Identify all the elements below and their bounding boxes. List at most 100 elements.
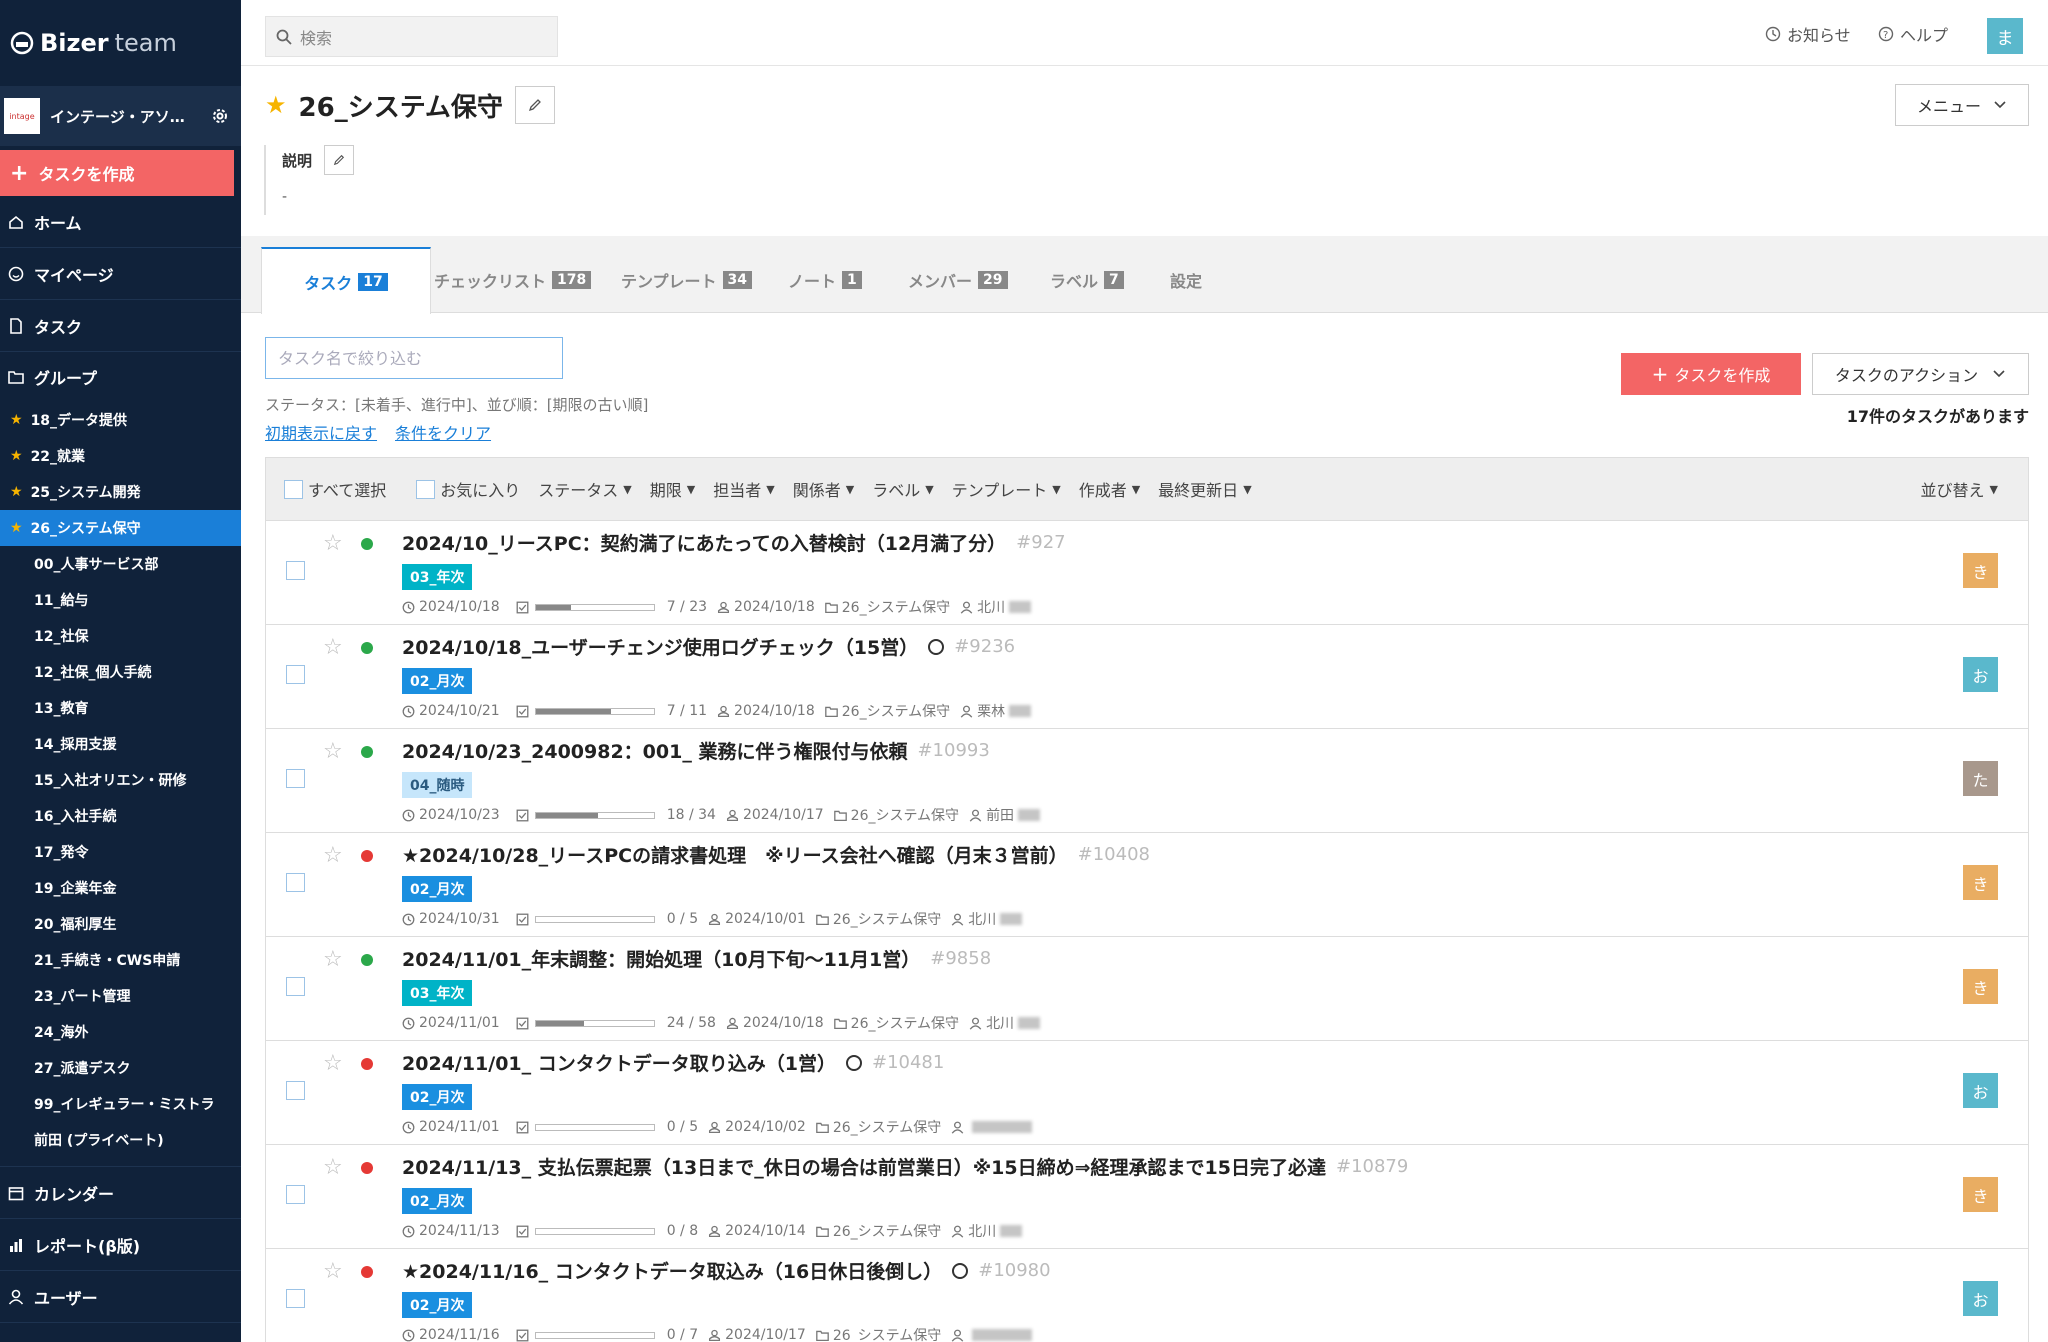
sidebar-group-item[interactable]: 11_給与 (0, 582, 241, 618)
favorite-checkbox[interactable] (416, 479, 436, 499)
star-outline-icon[interactable]: ☆ (323, 739, 343, 764)
task-label-badge[interactable]: 02_月次 (402, 668, 473, 694)
help-link[interactable]: ? ヘルプ (1878, 22, 1948, 46)
sidebar-group-item[interactable]: ★ 25_システム開発 (0, 474, 241, 510)
sidebar-group-item[interactable]: ★ 22_就業 (0, 438, 241, 474)
sidebar-item-smile[interactable]: マイページ (0, 248, 241, 300)
star-icon[interactable]: ★ (265, 91, 287, 119)
column-filter-6[interactable]: 作成者 ▼ (1079, 477, 1140, 501)
favorite-filter[interactable]: お気に入り (416, 477, 520, 501)
menu-button[interactable]: メニュー (1895, 84, 2029, 126)
table-row[interactable]: ☆ 2024/11/01_年末調整：開始処理（10月下旬〜11月1営） #9858 0… (265, 937, 2029, 1041)
assignee-avatar[interactable]: お (1963, 657, 1998, 692)
search-input[interactable]: 検索 (265, 16, 558, 57)
row-checkbox[interactable] (286, 873, 305, 892)
sort-dropdown[interactable]: 並び替え ▼ (1921, 477, 1998, 501)
sidebar-group-item[interactable]: 24_海外 (0, 1014, 241, 1050)
clear-filter-link[interactable]: 条件をクリア (395, 420, 491, 444)
task-title-link[interactable]: ★2024/11/16_ コンタクトデータ取込み（16日休日後倒し） #10980 (402, 1257, 1051, 1284)
star-outline-icon[interactable]: ☆ (323, 1259, 343, 1284)
tab-1[interactable]: チェックリスト 178 (420, 247, 605, 313)
task-title-link[interactable]: 2024/10_リースPC：契約満了にあたっての入替検討（12月満了分） #927 (402, 529, 1066, 556)
task-label-badge[interactable]: 03_年次 (402, 564, 473, 590)
row-checkbox[interactable] (286, 1289, 305, 1308)
edit-title-button[interactable] (514, 86, 555, 124)
column-filter-1[interactable]: 期限 ▼ (650, 477, 695, 501)
sidebar-group-item[interactable]: ★ 18_データ提供 (0, 402, 241, 438)
team-switcher[interactable]: intage インテージ・アソ… (0, 86, 241, 146)
star-outline-icon[interactable]: ☆ (323, 1155, 343, 1180)
tab-0[interactable]: タスク 17 (261, 247, 431, 314)
create-task-button-main[interactable]: + タスクを作成 (1621, 353, 1801, 395)
sidebar-group-item[interactable]: 19_企業年金 (0, 870, 241, 906)
sidebar-group-item[interactable]: 12_社保 (0, 618, 241, 654)
task-label-badge[interactable]: 04_随時 (402, 772, 473, 798)
table-row[interactable]: ☆ ★2024/11/16_ コンタクトデータ取込み（16日休日後倒し） #1098… (265, 1249, 2029, 1342)
star-outline-icon[interactable]: ☆ (323, 1051, 343, 1076)
sidebar-group-item[interactable]: 17_発令 (0, 834, 241, 870)
task-label-badge[interactable]: 02_月次 (402, 1084, 473, 1110)
sidebar-item-file[interactable]: タスク (0, 300, 241, 352)
assignee-avatar[interactable]: き (1963, 1177, 1998, 1212)
task-title-link[interactable]: 2024/10/18_ユーザーチェンジ使用ログチェック（15営） #9236 (402, 633, 1015, 660)
row-checkbox[interactable] (286, 977, 305, 996)
sidebar-group-item[interactable]: 21_手続き・CWS申請 (0, 942, 241, 978)
star-outline-icon[interactable]: ☆ (323, 635, 343, 660)
sidebar-group-item[interactable]: 前田 (プライベート) (0, 1122, 241, 1158)
sidebar-group-item[interactable]: 20_福利厚生 (0, 906, 241, 942)
edit-description-button[interactable] (324, 145, 355, 175)
tab-2[interactable]: テンプレート 34 (607, 247, 766, 313)
table-row[interactable]: ☆ 2024/11/01_ コンタクトデータ取り込み（1営） #10481 02_月次… (265, 1041, 2029, 1145)
task-title-link[interactable]: 2024/11/13_ 支払伝票起票（13日まで_休日の場合は前営業日）※15日… (402, 1153, 1408, 1180)
brand-logo[interactable]: Bizer team (0, 0, 241, 86)
column-filter-4[interactable]: ラベル ▼ (872, 477, 933, 501)
sidebar-group-item[interactable]: 27_派遣デスク (0, 1050, 241, 1086)
table-row[interactable]: ☆ 2024/10/23_2400982：001_ 業務に伴う権限付与依頼 #109… (265, 729, 2029, 833)
select-all-checkbox[interactable] (284, 479, 303, 499)
sidebar-group-item[interactable]: 99_イレギュラー・ミストラ (0, 1086, 241, 1122)
tab-3[interactable]: ノート 1 (774, 247, 876, 313)
row-checkbox[interactable] (286, 769, 305, 788)
table-row[interactable]: ☆ 2024/10/18_ユーザーチェンジ使用ログチェック（15営） #9236 02… (265, 625, 2029, 729)
star-outline-icon[interactable]: ☆ (323, 531, 343, 556)
table-row[interactable]: ☆ 2024/11/13_ 支払伝票起票（13日まで_休日の場合は前営業日）※15… (265, 1145, 2029, 1249)
gear-icon[interactable] (210, 106, 230, 126)
task-actions-button[interactable]: タスクのアクション (1812, 353, 2029, 395)
sidebar-item-calendar[interactable]: カレンダー (0, 1167, 241, 1219)
assignee-avatar[interactable]: お (1963, 1281, 1998, 1316)
tab-6[interactable]: 設定 (1156, 247, 1216, 313)
sidebar-item-home[interactable]: ホーム (0, 196, 241, 248)
assignee-avatar[interactable]: き (1963, 553, 1998, 588)
star-outline-icon[interactable]: ☆ (323, 947, 343, 972)
reset-filter-link[interactable]: 初期表示に戻す (265, 420, 377, 444)
row-checkbox[interactable] (286, 561, 305, 580)
tab-4[interactable]: メンバー 29 (894, 247, 1022, 313)
task-label-badge[interactable]: 03_年次 (402, 980, 473, 1006)
task-title-link[interactable]: 2024/10/23_2400982：001_ 業務に伴う権限付与依頼 #1099… (402, 737, 990, 764)
task-label-badge[interactable]: 02_月次 (402, 1292, 473, 1318)
column-filter-0[interactable]: ステータス ▼ (538, 477, 631, 501)
sidebar-group-item[interactable]: 00_人事サービス部 (0, 546, 241, 582)
sidebar-group-item[interactable]: 23_パート管理 (0, 978, 241, 1014)
tab-5[interactable]: ラベル 7 (1036, 247, 1138, 313)
task-filter-input[interactable] (265, 337, 563, 379)
task-title-link[interactable]: ★2024/10/28_リースPCの請求書処理 ※リース会社へ確認（月末３営前）… (402, 841, 1150, 868)
task-label-badge[interactable]: 02_月次 (402, 876, 473, 902)
column-filter-5[interactable]: テンプレート ▼ (952, 477, 1061, 501)
select-all[interactable]: すべて選択 (284, 477, 386, 501)
sidebar-group-item[interactable]: 15_入社オリエン・研修 (0, 762, 241, 798)
task-label-badge[interactable]: 02_月次 (402, 1188, 473, 1214)
sidebar-group-item[interactable]: 13_教育 (0, 690, 241, 726)
assignee-avatar[interactable]: き (1963, 969, 1998, 1004)
row-checkbox[interactable] (286, 665, 305, 684)
sidebar-item-bar-chart[interactable]: レポート(β版) (0, 1219, 241, 1271)
column-filter-2[interactable]: 担当者 ▼ (713, 477, 774, 501)
column-filter-3[interactable]: 関係者 ▼ (793, 477, 854, 501)
sidebar-item-user[interactable]: ユーザー (0, 1271, 241, 1323)
task-title-link[interactable]: 2024/11/01_年末調整：開始処理（10月下旬〜11月1営） #9858 (402, 945, 991, 972)
table-row[interactable]: ☆ 2024/10_リースPC：契約満了にあたっての入替検討（12月満了分） #92… (265, 521, 2029, 625)
sidebar-group-item[interactable]: 16_入社手続 (0, 798, 241, 834)
star-outline-icon[interactable]: ☆ (323, 843, 343, 868)
row-checkbox[interactable] (286, 1081, 305, 1100)
notice-link[interactable]: お知らせ (1765, 22, 1851, 46)
